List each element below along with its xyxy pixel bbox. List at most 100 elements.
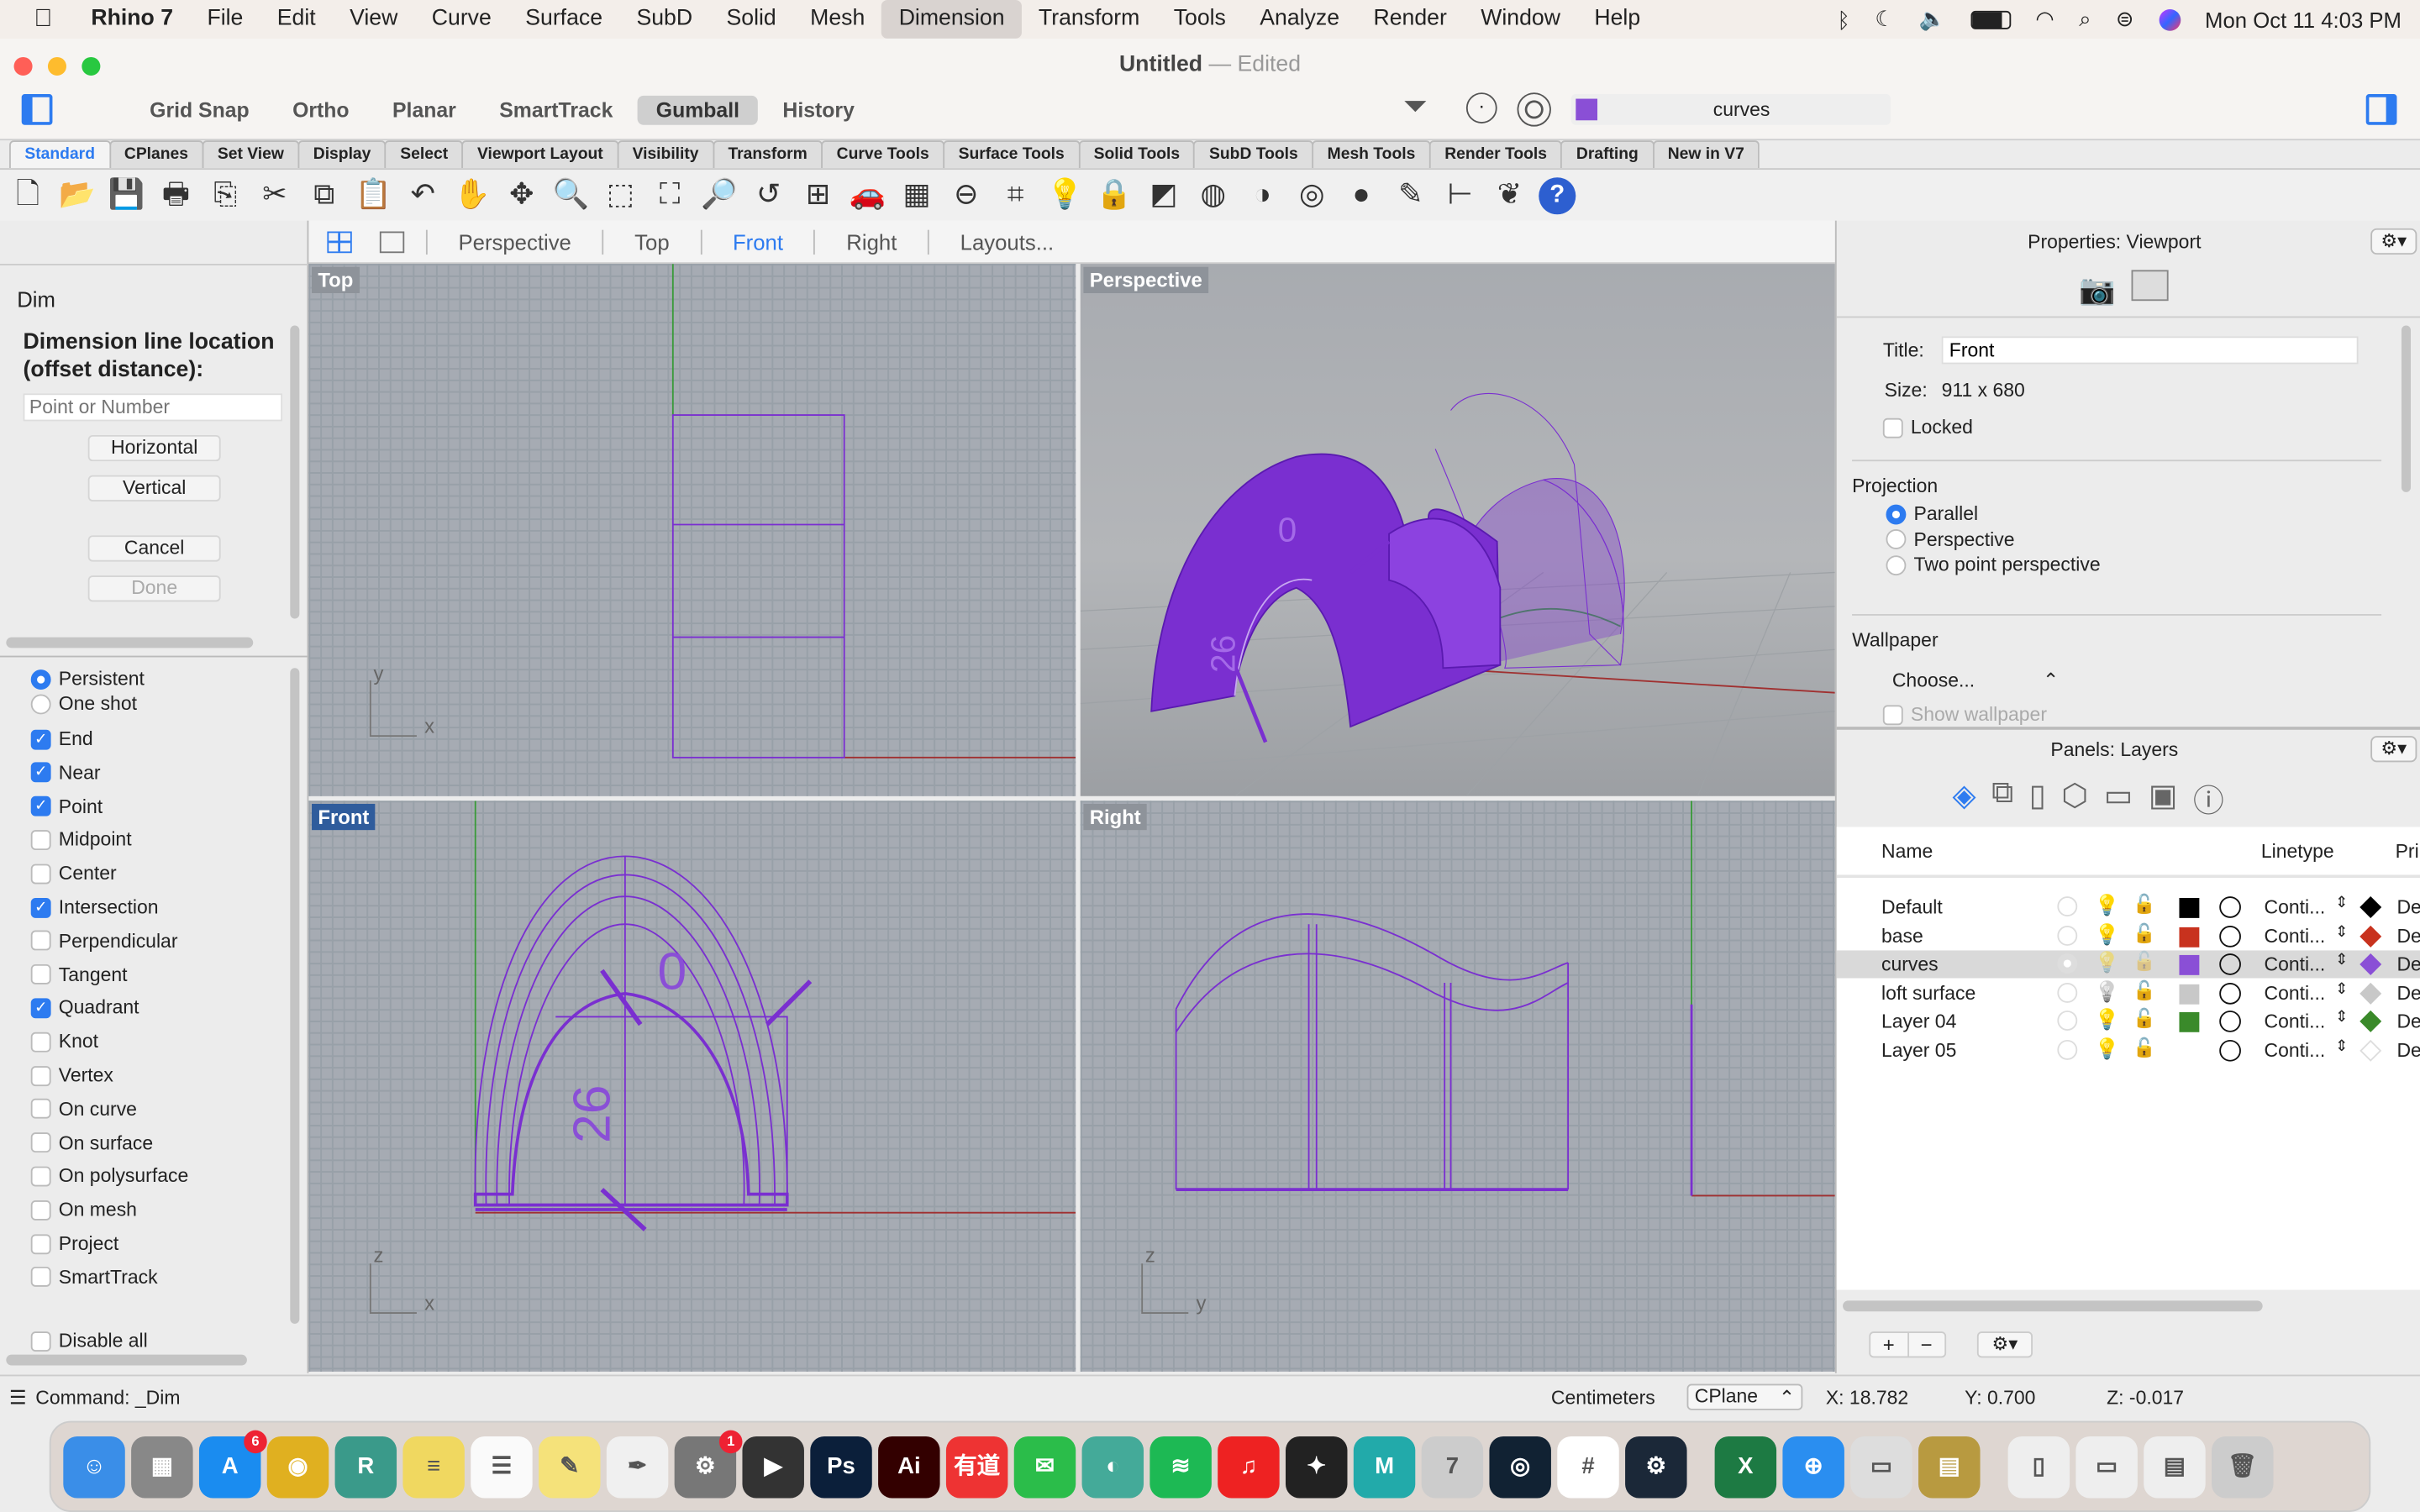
- dock-app-rhino-7[interactable]: 7: [1421, 1436, 1484, 1498]
- checkbox[interactable]: [30, 1331, 51, 1352]
- open-icon[interactable]: 📂: [57, 176, 97, 216]
- wifi-icon[interactable]: ◠: [2035, 6, 2054, 32]
- layer-linetype[interactable]: Conti...: [2264, 896, 2325, 918]
- osnap-end[interactable]: ✓ End: [30, 728, 93, 750]
- dock-app-excel[interactable]: X: [1714, 1436, 1777, 1498]
- dock-app-reminders[interactable]: ☰: [471, 1436, 533, 1498]
- current-layer-radio[interactable]: [2057, 896, 2078, 917]
- viewport-label[interactable]: Top: [312, 266, 360, 293]
- menu-subd[interactable]: SubD: [619, 0, 709, 39]
- tab-viewport-layout[interactable]: Viewport Layout: [461, 140, 619, 169]
- dock-app-steam[interactable]: ⚙: [1625, 1436, 1687, 1498]
- menu-analyze[interactable]: Analyze: [1243, 0, 1356, 39]
- checkbox[interactable]: ✓: [30, 998, 51, 1019]
- dock-app-downloads[interactable]: ▭: [2075, 1436, 2138, 1498]
- dock-app-final-cut[interactable]: ▶: [742, 1436, 804, 1498]
- dock-app-wechat[interactable]: ✉: [1013, 1436, 1076, 1498]
- import-icon[interactable]: ⎘: [205, 176, 245, 216]
- dock-app-spotify[interactable]: ≋: [1150, 1436, 1212, 1498]
- grasshopper-icon[interactable]: ❦: [1489, 176, 1529, 216]
- menu-transform[interactable]: Transform: [1022, 0, 1157, 39]
- layer-row[interactable]: Layer 05 💡 🔓 Conti... ⇕ De: [1837, 1036, 2420, 1063]
- osnap-smarttrack[interactable]: SmartTrack: [30, 1267, 158, 1288]
- current-layer-radio[interactable]: [2057, 982, 2078, 1002]
- layers-hscrollbar[interactable]: [1843, 1300, 2263, 1312]
- viewport-front[interactable]: 0 26 Front z x: [308, 801, 1076, 1372]
- osnap-hscrollbar[interactable]: [6, 1354, 247, 1366]
- dock-app-finder[interactable]: ☺: [63, 1436, 125, 1498]
- osnap-quadrant[interactable]: ✓ Quadrant: [30, 997, 139, 1019]
- zoom-window-icon[interactable]: ⬚: [600, 176, 640, 216]
- osnap-mode-persistent[interactable]: Persistent: [30, 668, 145, 690]
- checkbox[interactable]: ✓: [30, 728, 51, 749]
- menu-window[interactable]: Window: [1464, 0, 1577, 39]
- zoom-selected-icon[interactable]: 🔎: [699, 176, 739, 216]
- osnap-midpoint[interactable]: Midpoint: [30, 829, 132, 851]
- list-icon[interactable]: ☰: [9, 1385, 27, 1409]
- layer-name[interactable]: Layer 05: [1881, 1039, 1956, 1061]
- viewport-label[interactable]: Right: [1083, 803, 1148, 831]
- dock-app-chrome[interactable]: ◉: [266, 1436, 329, 1498]
- layer-linetype[interactable]: Conti...: [2264, 953, 2325, 975]
- dock-app-maya[interactable]: M: [1353, 1436, 1416, 1498]
- osnap-on-polysurface[interactable]: On polysurface: [30, 1165, 188, 1187]
- dock-app-netease-music[interactable]: ♫: [1218, 1436, 1280, 1498]
- display-icon[interactable]: ▣: [2149, 776, 2178, 821]
- copy-icon[interactable]: ⧉: [304, 176, 345, 216]
- viewport-tab-layouts[interactable]: Layouts...: [928, 228, 1085, 255]
- dock-app-notes[interactable]: ✎: [539, 1436, 601, 1498]
- command-scrollbar[interactable]: [290, 325, 300, 619]
- menu-render[interactable]: Render: [1356, 0, 1464, 39]
- projection-two-point-perspective[interactable]: Two point perspective: [1886, 554, 2101, 575]
- new-icon[interactable]: 🗋: [8, 176, 48, 216]
- menu-mesh[interactable]: Mesh: [793, 0, 882, 39]
- osnap-near[interactable]: ✓ Near: [30, 762, 101, 784]
- radio[interactable]: [30, 693, 51, 714]
- dock-app-launchpad[interactable]: ▦: [131, 1436, 193, 1498]
- radio[interactable]: [30, 669, 51, 690]
- checkbox[interactable]: [30, 931, 51, 951]
- lightbulb-icon[interactable]: 💡: [2094, 893, 2119, 917]
- tab-cplanes[interactable]: CPlanes: [108, 140, 204, 169]
- add-layer-button[interactable]: +: [1870, 1333, 1907, 1357]
- remove-layer-button[interactable]: −: [1907, 1332, 1944, 1357]
- current-layer-radio[interactable]: [2057, 1039, 2078, 1059]
- tab-surface-tools[interactable]: Surface Tools: [943, 140, 1081, 169]
- mesh-icon[interactable]: ▦: [897, 176, 937, 216]
- layer-row[interactable]: loft surface 💡 🔓 Conti... ⇕ De: [1837, 979, 2420, 1006]
- layer-name[interactable]: base: [1881, 925, 1923, 947]
- current-layer-radio[interactable]: [2057, 953, 2078, 974]
- cut-icon[interactable]: ✂: [255, 176, 295, 216]
- viewport-tab-front[interactable]: Front: [700, 228, 813, 255]
- menu-help[interactable]: Help: [1577, 0, 1657, 39]
- lock-icon[interactable]: 🔓: [2133, 1036, 2155, 1058]
- command-input[interactable]: [23, 393, 283, 422]
- osnap-vertex[interactable]: Vertex: [30, 1064, 113, 1086]
- sidebar-right-toggle-icon[interactable]: [2365, 94, 2397, 125]
- osnap-scrollbar[interactable]: [290, 668, 300, 1324]
- tab-standard[interactable]: Standard: [9, 140, 111, 169]
- cplane-dropdown[interactable]: CPlane ⌃: [1686, 1383, 1803, 1410]
- shade-icon[interactable]: ◑: [1243, 176, 1283, 216]
- viewport-tab-top[interactable]: Top: [602, 228, 701, 255]
- viewport-frame-icon[interactable]: [2131, 270, 2169, 302]
- four-viewports-icon[interactable]: ⊞: [798, 176, 839, 216]
- layer-color-swatch[interactable]: [2179, 954, 2200, 975]
- dock-app-trash[interactable]: 🗑: [2212, 1436, 2274, 1498]
- tab-mesh-tools[interactable]: Mesh Tools: [1312, 140, 1431, 169]
- siri-icon[interactable]: [2158, 8, 2181, 30]
- dock-app-safari[interactable]: ⊕: [1782, 1436, 1844, 1498]
- layer-name[interactable]: loft surface: [1881, 982, 1975, 1004]
- dock-app-files[interactable]: ▤: [2144, 1436, 2206, 1498]
- zoom-icon[interactable]: 🔍: [551, 176, 592, 216]
- layer-linetype[interactable]: Conti...: [2264, 982, 2325, 1004]
- search-icon[interactable]: ⌕: [2079, 6, 2091, 32]
- dock-app-cinema-4d[interactable]: ◎: [1489, 1436, 1551, 1498]
- layer-states-icon[interactable]: ⧉: [1991, 776, 2013, 821]
- layer-name[interactable]: Layer 04: [1881, 1011, 1956, 1032]
- dock-app-system-preferences[interactable]: ⚙ 1: [674, 1429, 743, 1498]
- zoom-extents-icon[interactable]: ⛶: [650, 176, 690, 216]
- checkbox[interactable]: ✓: [30, 795, 51, 816]
- done-button[interactable]: Done: [87, 575, 221, 602]
- lock-icon[interactable]: 🔓: [2133, 921, 2155, 943]
